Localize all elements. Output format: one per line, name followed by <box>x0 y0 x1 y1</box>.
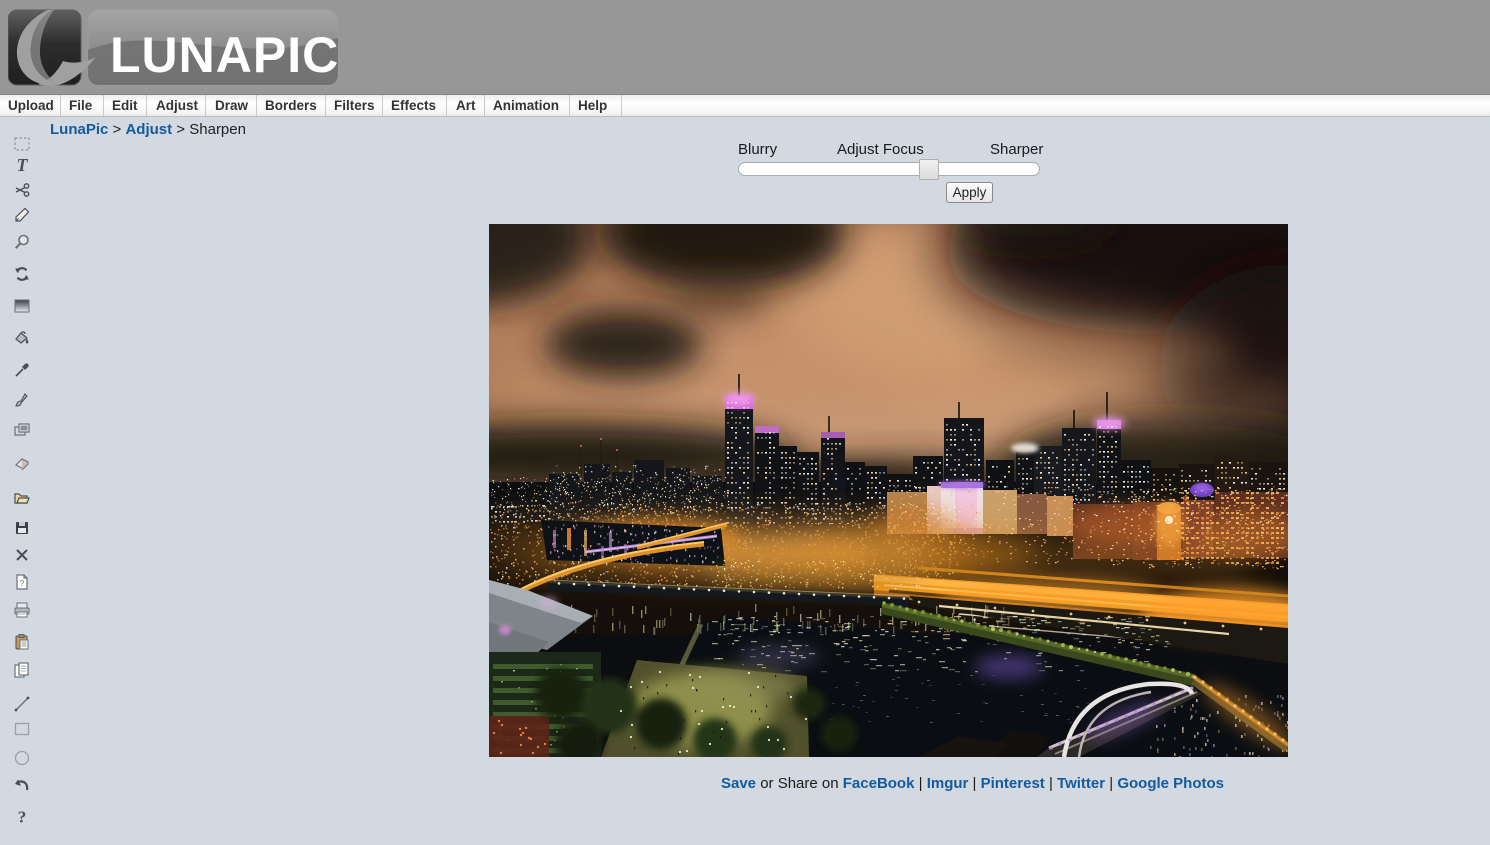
svg-text:LUNAPIC: LUNAPIC <box>110 27 339 83</box>
svg-text:?: ? <box>20 579 25 588</box>
svg-text:?: ? <box>18 808 27 826</box>
svg-text:T: T <box>17 157 29 175</box>
